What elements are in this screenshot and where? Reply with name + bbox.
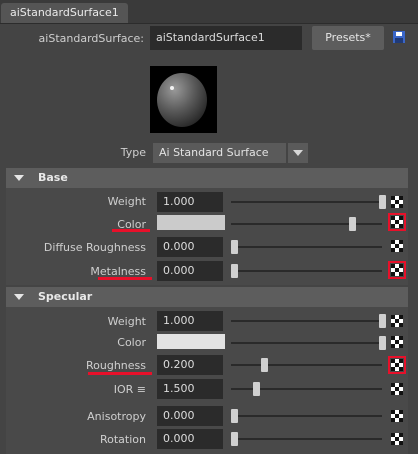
checker-map-icon[interactable] bbox=[391, 433, 403, 445]
node-name-field[interactable] bbox=[150, 26, 302, 50]
tab-label: aiStandardSurface1 bbox=[10, 6, 119, 19]
specular-roughness-slider[interactable] bbox=[231, 364, 382, 366]
chevron-down-icon[interactable] bbox=[288, 143, 308, 163]
checker-map-icon[interactable] bbox=[391, 196, 403, 208]
anisotropy-slider[interactable] bbox=[231, 415, 382, 417]
section-title: Base bbox=[38, 171, 68, 184]
section-title: Specular bbox=[38, 290, 93, 303]
specular-color-label: Color bbox=[117, 336, 146, 349]
specular-weight-label: Weight bbox=[107, 315, 146, 328]
diffuse-roughness-label: Diffuse Roughness bbox=[43, 241, 146, 254]
collapse-arrow-icon[interactable] bbox=[14, 294, 24, 300]
save-preset-icon[interactable] bbox=[393, 31, 405, 43]
highlight-underline bbox=[98, 277, 152, 280]
anisotropy-slider-handle[interactable] bbox=[231, 409, 238, 423]
checker-map-icon[interactable] bbox=[391, 240, 403, 252]
base-color-slider[interactable] bbox=[231, 223, 382, 225]
checker-map-icon[interactable] bbox=[391, 216, 403, 228]
specular-color-slider[interactable] bbox=[231, 342, 382, 344]
specular-roughness-field[interactable] bbox=[157, 355, 223, 375]
base-weight-label: Weight bbox=[107, 195, 146, 208]
rotation-slider-handle[interactable] bbox=[231, 432, 238, 446]
diffuse-roughness-slider-handle[interactable] bbox=[231, 240, 238, 254]
base-weight-slider[interactable] bbox=[231, 201, 382, 203]
base-weight-slider-handle[interactable] bbox=[379, 195, 386, 209]
section-specular[interactable]: Specular bbox=[6, 287, 408, 307]
ior-slider-handle[interactable] bbox=[253, 382, 260, 396]
checker-map-icon[interactable] bbox=[391, 315, 403, 327]
specular-roughness-label: Roughness bbox=[85, 359, 146, 372]
tab-aistandardsurface1[interactable]: aiStandardSurface1 bbox=[1, 3, 128, 23]
ior-label: IOR ≡ bbox=[113, 383, 146, 396]
specular-weight-slider-handle[interactable] bbox=[379, 314, 386, 328]
highlight-underline bbox=[88, 372, 152, 375]
highlight-underline bbox=[112, 229, 150, 232]
ior-field[interactable] bbox=[157, 379, 223, 399]
type-label: Type bbox=[120, 146, 146, 159]
base-weight-field[interactable] bbox=[157, 192, 223, 212]
material-preview-swatch[interactable] bbox=[150, 66, 217, 133]
base-color-slider-handle[interactable] bbox=[349, 217, 357, 231]
rotation-slider[interactable] bbox=[231, 438, 382, 440]
specular-color-swatch[interactable] bbox=[157, 334, 225, 349]
anisotropy-label: Anisotropy bbox=[87, 410, 146, 423]
specular-weight-field[interactable] bbox=[157, 311, 223, 331]
presets-button[interactable]: Presets* bbox=[312, 26, 384, 50]
diffuse-roughness-field[interactable] bbox=[157, 237, 223, 257]
type-dropdown[interactable]: Ai Standard Surface bbox=[153, 143, 286, 163]
tab-divider bbox=[0, 23, 418, 24]
specular-roughness-slider-handle[interactable] bbox=[260, 358, 268, 372]
checker-map-icon[interactable] bbox=[391, 359, 403, 371]
checker-map-icon[interactable] bbox=[391, 383, 403, 395]
checker-map-icon[interactable] bbox=[391, 264, 403, 276]
metalness-field[interactable] bbox=[157, 261, 223, 281]
checker-map-icon[interactable] bbox=[391, 336, 403, 348]
specular-weight-slider[interactable] bbox=[231, 320, 382, 322]
metalness-slider-handle[interactable] bbox=[231, 264, 238, 278]
base-color-swatch[interactable] bbox=[157, 215, 225, 230]
anisotropy-field[interactable] bbox=[157, 406, 223, 426]
specular-color-slider-handle[interactable] bbox=[379, 336, 386, 350]
node-type-label: aiStandardSurface: bbox=[38, 32, 144, 45]
metalness-slider[interactable] bbox=[231, 270, 382, 272]
checker-map-icon[interactable] bbox=[391, 410, 403, 422]
collapse-arrow-icon[interactable] bbox=[14, 175, 24, 181]
rotation-field[interactable] bbox=[157, 429, 223, 449]
diffuse-roughness-slider[interactable] bbox=[231, 246, 382, 248]
rotation-label: Rotation bbox=[99, 433, 146, 446]
section-base[interactable]: Base bbox=[6, 168, 408, 188]
